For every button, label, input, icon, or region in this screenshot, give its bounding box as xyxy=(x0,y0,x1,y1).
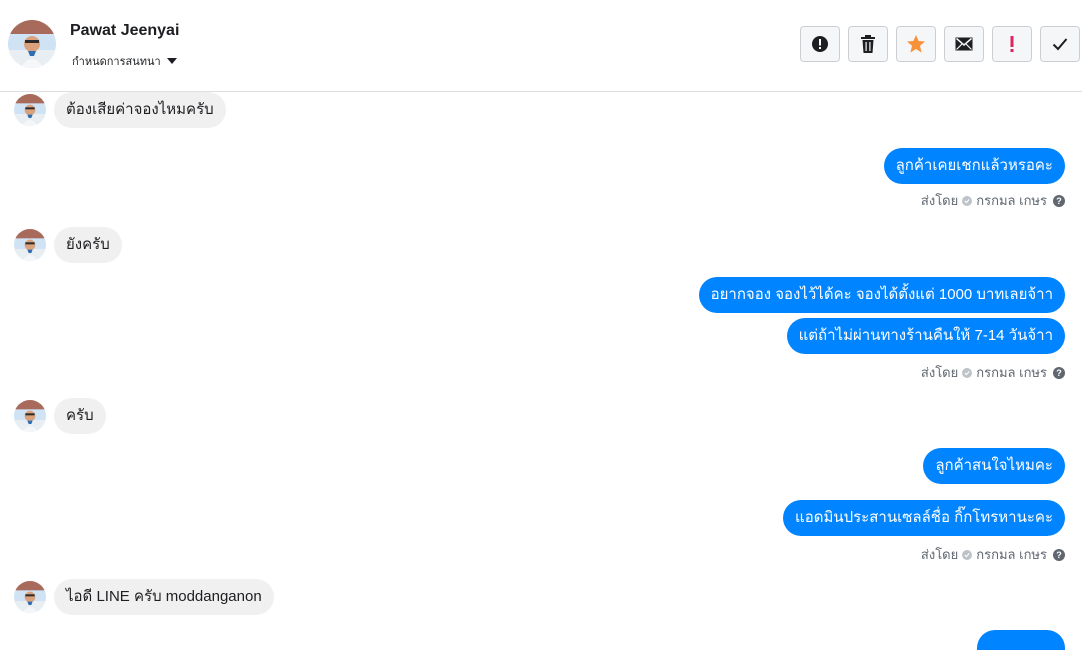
sent-by-label: ส่งโดย xyxy=(920,547,959,562)
sender-avatar[interactable] xyxy=(14,94,46,126)
conversation-header: Pawat Jeenyai กำหนดการสนทนา xyxy=(0,0,1082,92)
incoming-message: ต้องเสียค่าจองไหมครับ xyxy=(14,92,226,128)
message-bubble-outgoing[interactable]: แต่ถ้าไม่ผ่านทางร้านคืนให้ 7-14 วันจ้าา xyxy=(786,318,1065,354)
mark-unread-button[interactable] xyxy=(944,26,984,62)
sent-by-info: ส่งโดย กรกมล เกษร ? xyxy=(921,362,1065,383)
assign-label: กำหนดการสนทนา xyxy=(72,56,161,68)
help-icon[interactable]: ? xyxy=(1053,366,1065,379)
trash-icon xyxy=(861,35,875,53)
mark-done-button[interactable] xyxy=(1040,26,1080,62)
report-button[interactable] xyxy=(800,26,840,62)
incoming-message: ไอดี LINE ครับ moddanganon xyxy=(14,579,274,615)
message-bubble-outgoing[interactable]: อยากจอง จองไว้ได้คะ จองได้ตั้งแต่ 1000 บ… xyxy=(698,277,1065,313)
message-bubble-outgoing[interactable]: แอดมินประสานเซลล์ชื่อ กิ๊กโทรหานะคะ xyxy=(783,500,1065,536)
message-bubble-outgoing[interactable]: ลูกค้าสนใจไหมคะ xyxy=(923,448,1065,484)
sent-by-label: ส่งโดย xyxy=(920,365,959,380)
contact-name[interactable]: Pawat Jeenyai xyxy=(70,22,179,40)
conversation-toolbar xyxy=(800,26,1080,62)
sent-by-agent: กรกมล เกษร xyxy=(976,547,1047,562)
message-bubble-outgoing[interactable]: ลูกค้าเคยเชกแล้วหรอคะ xyxy=(883,148,1065,184)
envelope-icon xyxy=(955,37,973,51)
check-circle-icon xyxy=(962,195,973,206)
exclamation-icon xyxy=(1010,36,1014,52)
caret-down-icon xyxy=(166,58,177,64)
message-thread[interactable]: ต้องเสียค่าจองไหมครับ ลูกค้าเคยเชกแล้วหร… xyxy=(0,92,1082,650)
message-bubble[interactable]: ครับ xyxy=(54,398,106,434)
sent-by-info: ส่งโดย กรกมล เกษร ? xyxy=(921,544,1065,565)
incoming-message: ครับ xyxy=(14,398,106,434)
sent-by-label: ส่งโดย xyxy=(920,193,959,208)
star-icon xyxy=(907,35,925,53)
sender-avatar[interactable] xyxy=(14,400,46,432)
assign-conversation-dropdown[interactable]: กำหนดการสนทนา xyxy=(72,52,177,70)
exclamation-circle-icon xyxy=(812,36,828,52)
checkmark-icon xyxy=(1052,38,1068,51)
message-bubble[interactable]: ยังครับ xyxy=(54,227,122,263)
message-bubble[interactable]: ไอดี LINE ครับ moddanganon xyxy=(54,579,274,615)
incoming-message: ยังครับ xyxy=(14,227,122,263)
sender-avatar[interactable] xyxy=(14,229,46,261)
flag-button[interactable] xyxy=(992,26,1032,62)
star-button[interactable] xyxy=(896,26,936,62)
help-icon[interactable]: ? xyxy=(1053,548,1065,561)
sent-by-agent: กรกมล เกษร xyxy=(976,193,1047,208)
message-bubble[interactable]: ต้องเสียค่าจองไหมครับ xyxy=(54,92,226,128)
message-bubble-outgoing-partial[interactable] xyxy=(977,630,1065,650)
sent-by-agent: กรกมล เกษร xyxy=(976,365,1047,380)
delete-button[interactable] xyxy=(848,26,888,62)
contact-avatar[interactable] xyxy=(8,20,56,68)
sender-avatar[interactable] xyxy=(14,581,46,613)
check-circle-icon xyxy=(962,549,973,560)
sent-by-info: ส่งโดย กรกมล เกษร ? xyxy=(921,190,1065,211)
check-circle-icon xyxy=(962,367,973,378)
help-icon[interactable]: ? xyxy=(1053,194,1065,207)
